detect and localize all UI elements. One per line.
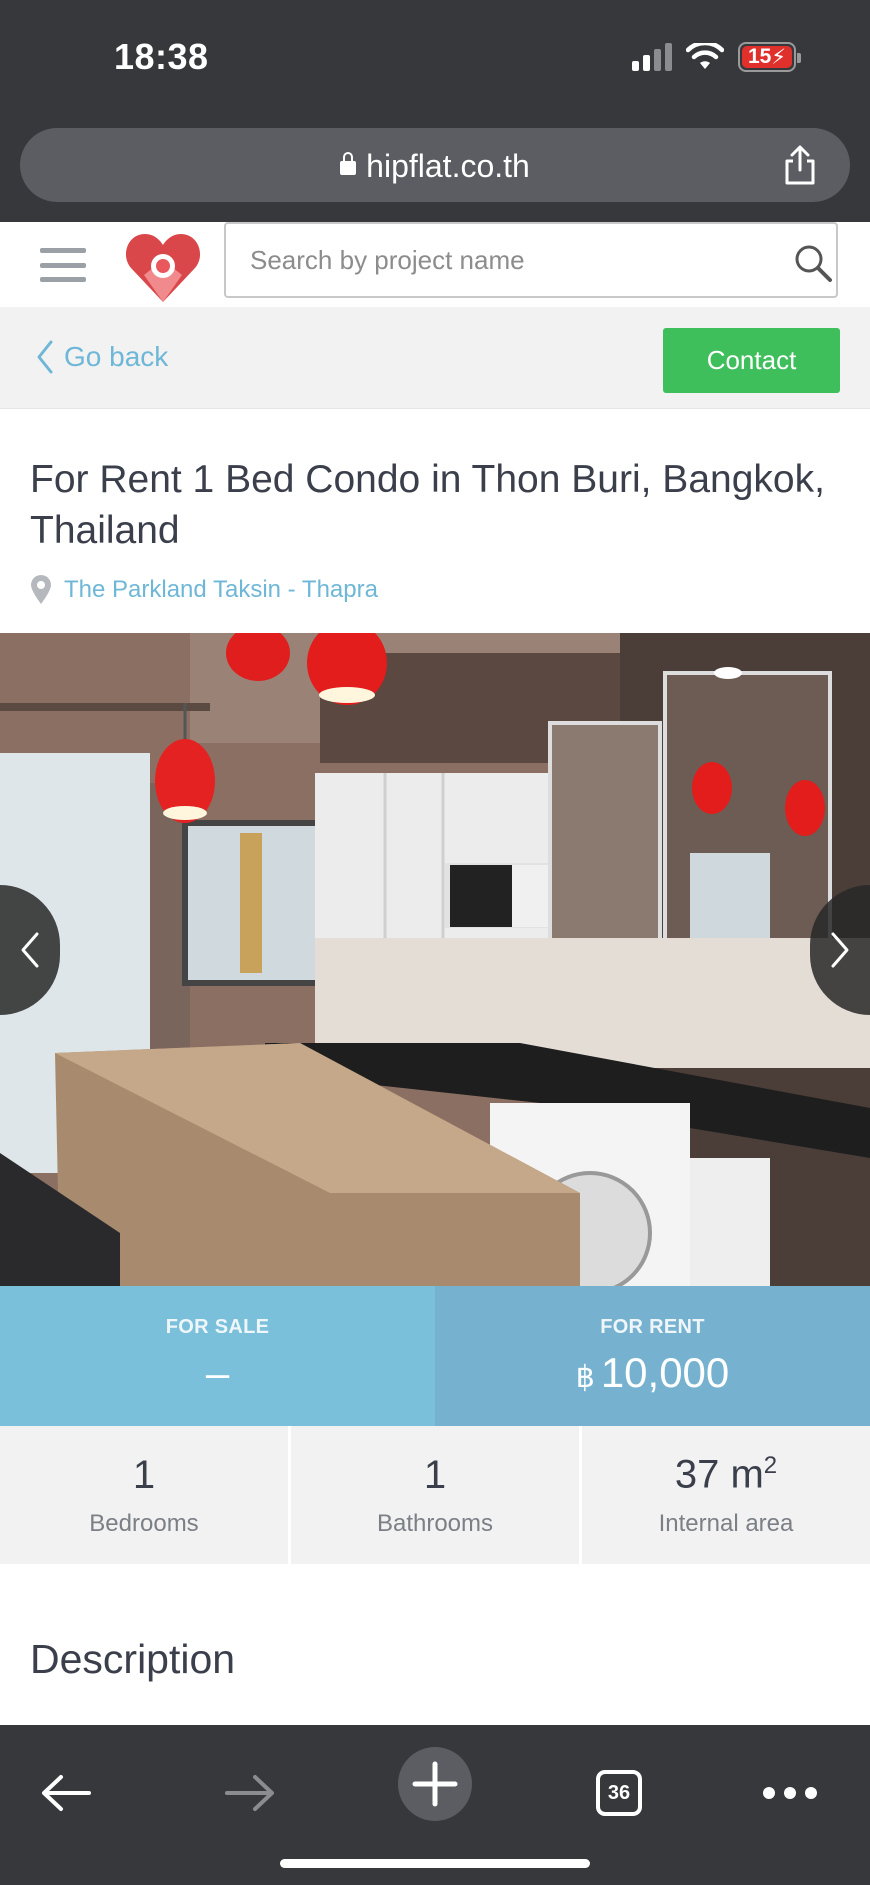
go-back-label: Go back bbox=[64, 341, 169, 372]
battery-level: 15 bbox=[747, 45, 772, 68]
browser-chrome: 18:38 15 ⚡ hipflat.co.th bbox=[0, 0, 870, 222]
address-bar[interactable]: hipflat.co.th bbox=[20, 128, 850, 202]
bathrooms-label: Bathrooms bbox=[376, 1509, 494, 1537]
chevron-right-icon bbox=[831, 932, 849, 968]
currency-symbol: ฿ bbox=[575, 1360, 595, 1394]
rent-price-label: FOR RENT bbox=[600, 1315, 705, 1338]
sale-price-label: FOR SALE bbox=[165, 1315, 270, 1338]
arrow-right-icon bbox=[225, 1775, 274, 1811]
bathrooms-value: 1 bbox=[423, 1452, 447, 1497]
listing-title: For Rent 1 Bed Condo in Thon Buri, Bangk… bbox=[30, 458, 825, 552]
area-number: 37 bbox=[674, 1452, 720, 1497]
search-icon[interactable] bbox=[792, 242, 834, 284]
listing-photo[interactable] bbox=[0, 633, 870, 1286]
go-back-link[interactable]: Go back bbox=[36, 339, 168, 375]
rent-amount: 10,000 bbox=[600, 1348, 730, 1396]
stat-internal-area: 37 m2 Internal area bbox=[582, 1426, 870, 1564]
more-icon bbox=[763, 1787, 817, 1799]
project-location[interactable]: The Parkland Taksin - Thapra bbox=[30, 575, 378, 605]
chevron-left-icon bbox=[21, 932, 39, 968]
search-input[interactable] bbox=[226, 224, 836, 296]
site-header bbox=[0, 222, 870, 307]
wifi-icon bbox=[686, 43, 724, 69]
contact-button[interactable]: Contact bbox=[663, 328, 840, 393]
stat-bedrooms: 1 Bedrooms bbox=[0, 1426, 288, 1564]
map-pin-icon bbox=[31, 575, 51, 604]
kitchen-photo-illustration bbox=[0, 633, 870, 1286]
status-indicators: 15 ⚡ bbox=[632, 42, 801, 72]
price-band: FOR SALE – FOR RENT ฿ 10,000 bbox=[0, 1286, 870, 1426]
listing-stats: 1 Bedrooms 1 Bathrooms 37 m2 Internal ar… bbox=[0, 1426, 870, 1564]
url-text: hipflat.co.th bbox=[366, 148, 530, 184]
rent-price: FOR RENT ฿ 10,000 bbox=[435, 1286, 870, 1426]
share-icon[interactable] bbox=[780, 144, 820, 186]
area-unit: m bbox=[730, 1452, 764, 1497]
home-indicator[interactable] bbox=[280, 1859, 590, 1868]
sale-price: FOR SALE – bbox=[0, 1286, 435, 1426]
sale-price-value: – bbox=[205, 1348, 230, 1396]
back-button[interactable] bbox=[36, 1763, 96, 1823]
tabs-button[interactable]: 36 bbox=[596, 1770, 642, 1816]
rent-price-value: ฿ 10,000 bbox=[576, 1349, 730, 1397]
plus-icon bbox=[412, 1761, 458, 1807]
arrow-left-icon bbox=[42, 1775, 91, 1811]
internal-area-label: Internal area bbox=[658, 1509, 794, 1537]
internal-area-value: 37 m2 bbox=[675, 1452, 777, 1497]
chevron-left-icon bbox=[37, 340, 53, 374]
battery-icon: 15 ⚡ bbox=[738, 42, 801, 72]
project-link[interactable]: The Parkland Taksin - Thapra bbox=[64, 576, 378, 604]
more-options-button[interactable] bbox=[760, 1763, 820, 1823]
stat-bathrooms: 1 Bathrooms bbox=[291, 1426, 579, 1564]
hipflat-logo[interactable] bbox=[124, 230, 202, 304]
description-heading: Description bbox=[30, 1636, 236, 1682]
bedrooms-label: Bedrooms bbox=[89, 1509, 199, 1537]
listing-nav-bar: Go back Contact bbox=[0, 307, 870, 409]
area-unit-exponent: 2 bbox=[763, 1452, 778, 1480]
menu-icon[interactable] bbox=[40, 248, 86, 282]
browser-toolbar: 36 bbox=[0, 1725, 870, 1885]
cellular-signal-icon bbox=[632, 43, 672, 71]
forward-button[interactable] bbox=[220, 1763, 280, 1823]
lock-icon bbox=[340, 152, 357, 175]
bedrooms-value: 1 bbox=[132, 1452, 156, 1497]
status-time: 18:38 bbox=[114, 36, 209, 77]
new-tab-button[interactable] bbox=[398, 1747, 472, 1821]
search-field[interactable] bbox=[224, 222, 838, 298]
